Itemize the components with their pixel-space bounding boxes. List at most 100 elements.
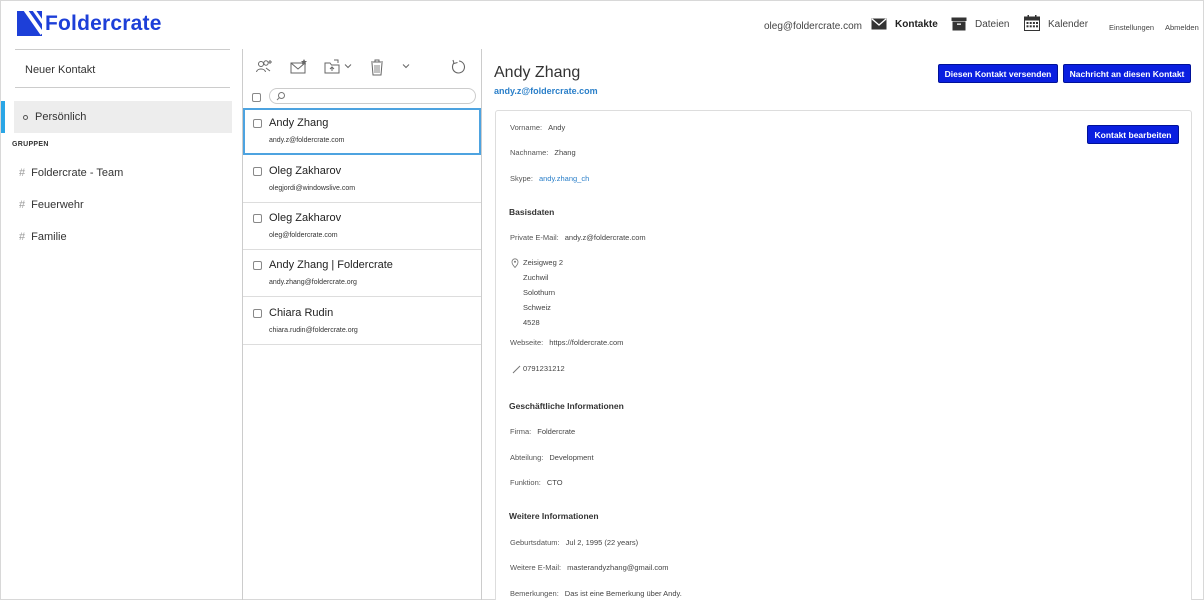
chevron-down-icon[interactable] [344, 62, 352, 70]
field-value: andy.z@foldercrate.com [564, 233, 646, 242]
hash-icon: # [19, 199, 26, 211]
field-label: Weitere E-Mail: [510, 563, 562, 572]
field-private-email: Private E-Mail: andy.z@foldercrate.com [510, 233, 646, 242]
field-other-email: Weitere E-Mail: masterandyzhang@gmail.com [510, 563, 669, 572]
contact-checkbox[interactable] [253, 167, 262, 176]
contact-list-item[interactable]: Oleg Zakharov oleg@foldercrate.com [243, 203, 481, 250]
section-basisdaten: Basisdaten [509, 207, 555, 217]
message-contact-button[interactable]: Nachricht an diesen Kontakt [1063, 64, 1191, 83]
search-input[interactable] [269, 88, 476, 104]
send-contact-button[interactable]: Diesen Kontakt versenden [938, 64, 1058, 83]
field-value: Zhang [554, 148, 576, 157]
trash-icon[interactable] [368, 58, 386, 76]
circle-icon [23, 114, 28, 120]
contact-list-item[interactable]: Oleg Zakharov olegjordi@windowslive.com [243, 156, 481, 203]
group-label: Foldercrate - Team [31, 167, 124, 179]
logout-link[interactable]: Abmelden [1165, 23, 1199, 32]
phone-number: 0791231212 [523, 364, 565, 373]
field-value: Jul 2, 1995 (22 years) [565, 538, 639, 547]
contact-email: oleg@foldercrate.com [269, 232, 338, 239]
phone-icon [512, 365, 521, 374]
hash-icon: # [19, 167, 26, 179]
group-label: Familie [31, 231, 67, 243]
contact-checkbox[interactable] [253, 309, 262, 318]
field-label: Private E-Mail: [510, 233, 559, 242]
field-label: Abteilung: [510, 453, 544, 462]
contact-checkbox[interactable] [253, 214, 262, 223]
groups-heading: GRUPPEN [12, 141, 49, 148]
edit-contact-button[interactable]: Kontakt bearbeiten [1087, 125, 1179, 144]
field-website: Webseite: https://foldercrate.com [510, 338, 623, 347]
contact-email: andy.z@foldercrate.com [269, 137, 345, 144]
move-to-folder-icon[interactable] [324, 58, 342, 76]
add-contacts-icon[interactable] [255, 58, 273, 76]
contact-email: andy.zhang@foldercrate.org [269, 279, 357, 286]
field-skype: Skype: andy.zhang_ch [510, 174, 589, 183]
contact-email: olegjordi@windowslive.com [269, 185, 356, 192]
brand-name: Foldercrate [45, 11, 162, 35]
chevron-down-icon[interactable] [402, 62, 410, 70]
nav-calendar[interactable]: Kalender [1024, 15, 1088, 31]
contact-name: Andy Zhang [269, 117, 329, 129]
field-value: https://foldercrate.com [549, 338, 624, 347]
contact-list-item[interactable]: Chiara Rudin chiara.rudin@foldercrate.or… [243, 298, 481, 345]
sidebar-item-label: Persönlich [35, 111, 87, 123]
list-search-row [243, 85, 481, 109]
field-label: Funktion: [510, 478, 541, 487]
address-city: Zuchwil [523, 273, 549, 282]
contact-name: Oleg Zakharov [269, 165, 342, 177]
field-firstname: Vorname: Andy [510, 123, 565, 132]
field-label: Vorname: [510, 123, 543, 132]
list-toolbar [243, 49, 481, 85]
contact-detail-card: Kontakt bearbeiten Vorname: Andy Nachname… [495, 110, 1192, 600]
archive-box-icon [951, 17, 967, 31]
user-email: oleg@foldercrate.com [764, 21, 862, 32]
sidebar-item-personal[interactable]: Persönlich [14, 101, 232, 133]
contact-checkbox[interactable] [253, 261, 262, 270]
field-label: Webseite: [510, 338, 544, 347]
skype-link[interactable]: andy.zhang_ch [539, 174, 589, 183]
field-value: Andy [548, 123, 566, 132]
field-birthday: Geburtsdatum: Jul 2, 1995 (22 years) [510, 538, 638, 547]
sidebar-group-familie[interactable]: # Familie [19, 231, 67, 243]
section-more: Weitere Informationen [509, 511, 599, 521]
brand-logo[interactable]: Foldercrate [17, 11, 162, 36]
select-all-checkbox[interactable] [252, 93, 261, 102]
field-label: Firma: [510, 427, 532, 436]
group-label: Feuerwehr [31, 199, 84, 211]
field-company: Firma: Foldercrate [510, 427, 575, 436]
contact-list-panel: Andy Zhang andy.z@foldercrate.com Oleg Z… [242, 49, 482, 600]
settings-link[interactable]: Einstellungen [1109, 23, 1154, 32]
contact-name: Oleg Zakharov [269, 212, 342, 224]
refresh-icon[interactable] [450, 58, 468, 76]
nav-contacts-label: Kontakte [895, 18, 938, 30]
field-notes: Bemerkungen: Das ist eine Bemerkung über … [510, 589, 682, 598]
detail-contact-email[interactable]: andy.z@foldercrate.com [494, 86, 598, 96]
field-value: CTO [546, 478, 563, 487]
nav-files[interactable]: Dateien [951, 17, 1009, 31]
address-canton: Solothurn [523, 288, 556, 297]
email-star-icon[interactable] [290, 58, 308, 76]
field-value: masterandyzhang@gmail.com [567, 563, 669, 572]
field-label: Bemerkungen: [510, 589, 559, 598]
contact-name: Andy Zhang | Foldercrate [269, 259, 393, 271]
field-lastname: Nachname: Zhang [510, 148, 576, 157]
field-department: Abteilung: Development [510, 453, 594, 462]
active-indicator [1, 101, 5, 133]
location-pin-icon [511, 258, 519, 268]
new-contact-button[interactable]: Neuer Kontakt [15, 49, 230, 88]
sidebar-group-feuerwehr[interactable]: # Feuerwehr [19, 199, 84, 211]
field-value: Foldercrate [537, 427, 576, 436]
contact-list-item[interactable]: Andy Zhang andy.z@foldercrate.com [243, 108, 481, 155]
section-business: Geschäftliche Informationen [509, 401, 624, 411]
nav-files-label: Dateien [975, 18, 1010, 30]
contact-checkbox[interactable] [253, 119, 262, 128]
field-value: Das ist eine Bemerkung über Andy. [564, 589, 682, 598]
sidebar-group-foldercrate-team[interactable]: # Foldercrate - Team [19, 167, 123, 179]
address-country: Schweiz [523, 303, 551, 312]
contact-list-item[interactable]: Andy Zhang | Foldercrate andy.zhang@fold… [243, 250, 481, 297]
nav-contacts[interactable]: Kontakte [871, 17, 938, 31]
contact-detail: Andy Zhang andy.z@foldercrate.com Diesen… [482, 49, 1203, 600]
field-label: Nachname: [510, 148, 549, 157]
envelope-icon [871, 18, 887, 30]
